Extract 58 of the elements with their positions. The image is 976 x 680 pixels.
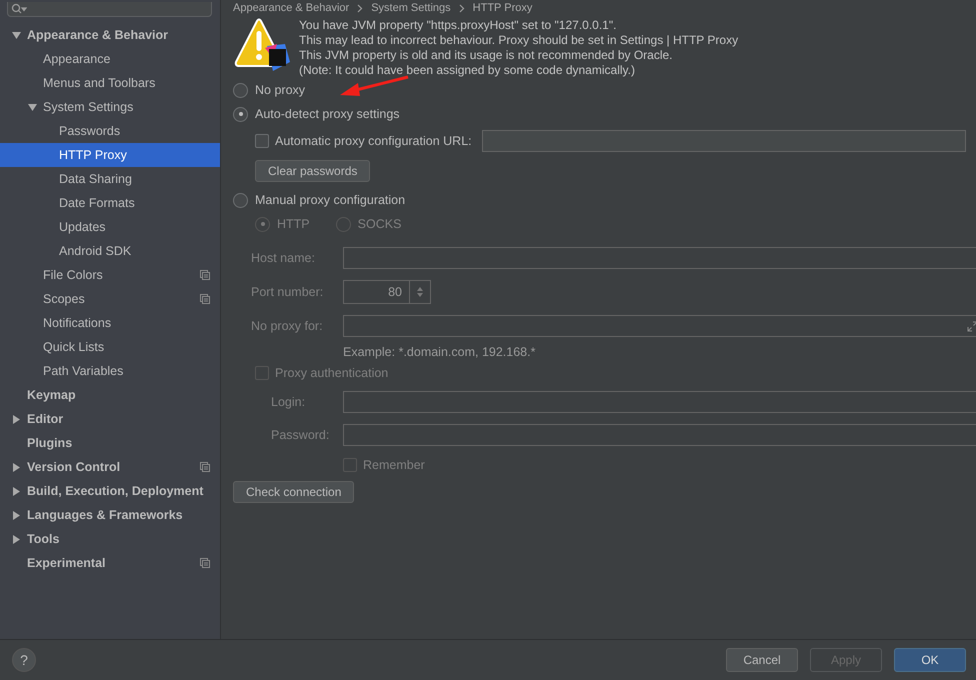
breadcrumb-item[interactable]: Appearance & Behavior [233,2,350,14]
hint-text: Example: *.domain.com, 192.168.* [342,345,536,359]
tree-item[interactable]: Quick Lists [0,335,220,359]
tree-item[interactable]: Keymap [0,383,220,407]
tree-item[interactable]: Data Sharing [0,167,220,191]
tree-item[interactable]: Editor [0,407,220,431]
tree-item[interactable]: Version Control [0,455,220,479]
tree-item[interactable]: File Colors [0,263,220,287]
expand-arrow-icon[interactable] [12,30,21,40]
tree-item[interactable]: HTTP Proxy [0,143,220,167]
tree-item[interactable]: Menus and Toolbars [0,71,220,95]
checkbox-option[interactable]: Automatic proxy configuration URL: [255,134,472,148]
expand-arrow-icon[interactable] [12,534,21,544]
expand-arrow-icon[interactable] [12,510,21,520]
warning-text: This JVM property is old and its usage is not recommended by Oracle. [299,48,674,63]
dialog-button[interactable]: OK [894,648,966,672]
expand-arrow-icon[interactable] [28,102,37,112]
tree-item[interactable]: Build, Execution, Deployment [0,479,220,503]
radio-option[interactable]: Manual proxy configuration [233,188,406,212]
tree-item[interactable]: Plugins [0,431,220,455]
tree-item[interactable]: Android SDK [0,239,220,263]
warning-text: This may lead to incorrect behaviour. Proxy should be set in Settings | HTTP Proxy [299,33,738,48]
field-label: Password: [271,428,330,442]
chevron-icon [357,4,364,12]
breadcrumb-item[interactable]: HTTP Proxy [472,2,532,14]
warning-text: (Note: It could have been assigned by some code dynamically.) [299,63,636,78]
tree-item[interactable]: Updates [0,215,220,239]
search-field[interactable] [7,2,212,17]
chevron-icon [458,4,465,12]
field-label: No proxy for: [251,319,324,333]
tree-item[interactable]: Scopes [0,287,220,311]
url-input-field[interactable] [482,130,966,152]
tree-item[interactable]: Appearance [0,47,220,71]
clear-passwords-button[interactable]: Clear passwords [255,160,370,182]
help-button[interactable]: ? [12,648,36,672]
warning-text: You have JVM property "https.proxyHost" set to "127.0.0.1". [299,18,618,33]
tree-item[interactable]: Notifications [0,311,220,335]
radio-option[interactable]: No proxy [233,78,306,102]
tree-item[interactable]: Passwords [0,119,220,143]
tree-item[interactable]: Path Variables [0,359,220,383]
search-icon [11,3,27,15]
tree-item[interactable]: System Settings [0,95,220,119]
field-label: Login: [271,395,306,409]
radio-option[interactable]: Auto-detect proxy settings [233,102,400,126]
expand-arrow-icon[interactable] [12,414,21,424]
field-label: Host name: [251,251,316,265]
dialog-button[interactable]: Cancel [726,648,798,672]
tree-item[interactable]: Tools [0,527,220,551]
tree-item[interactable]: Experimental [0,551,220,575]
tree-item[interactable]: Languages & Frameworks [0,503,220,527]
check-connection-button[interactable]: Check connection [233,481,354,503]
expand-arrow-icon[interactable] [12,486,21,496]
tree-item[interactable]: Appearance & Behavior [0,23,220,47]
warning-icon [233,18,291,72]
field-label: Port number: [251,285,324,299]
tree-item[interactable]: Date Formats [0,191,220,215]
expand-arrow-icon[interactable] [12,462,21,472]
breadcrumb-item[interactable]: System Settings [371,2,451,14]
